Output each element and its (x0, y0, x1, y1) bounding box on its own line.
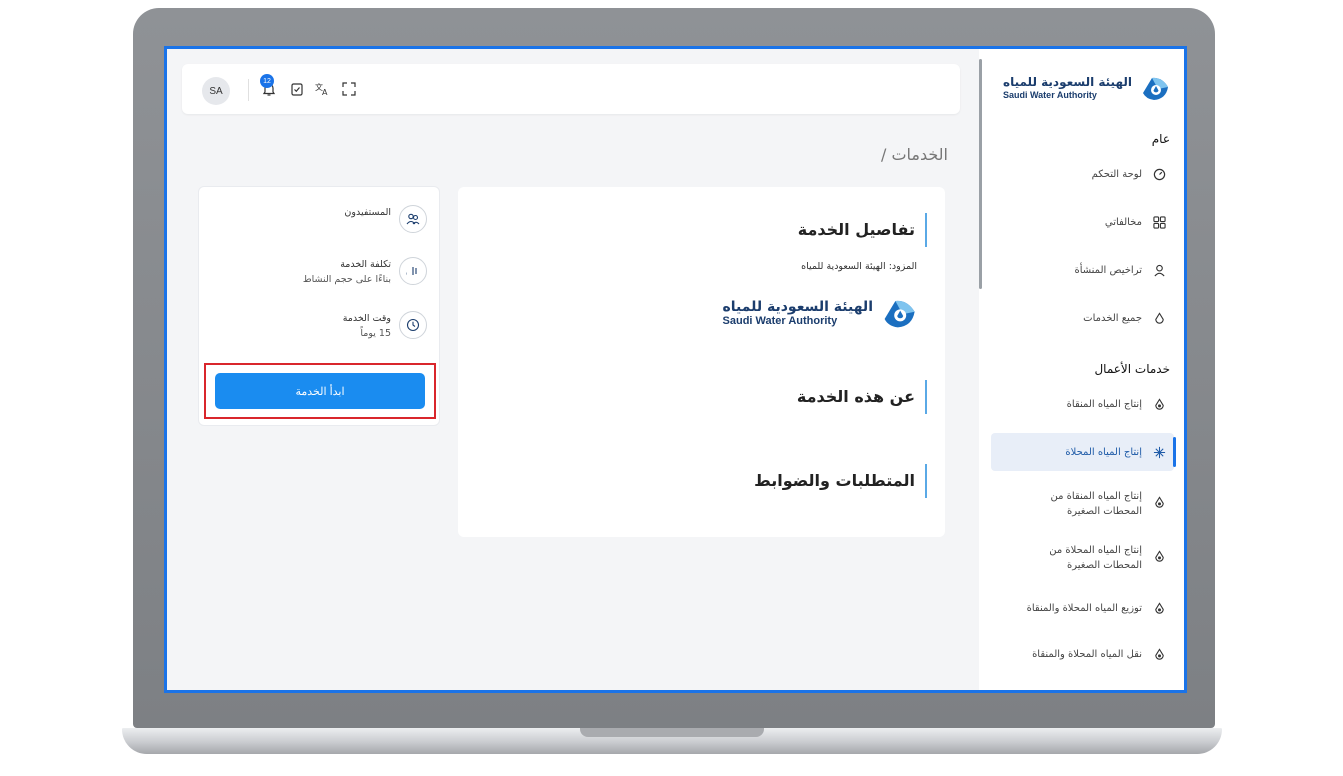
sidebar-item-label: جميع الخدمات (1083, 312, 1142, 324)
water-drop-icon (1152, 647, 1166, 661)
app-screen: الهيئة السعودية للمياه Saudi Water Autho… (164, 46, 1187, 693)
about-title[interactable]: عن هذه الخدمة (797, 380, 927, 414)
service-details-card: تفاصيل الخدمة المزود: الهيئة السعودية لل… (458, 187, 945, 537)
sidebar-item-label: توزيع المياه المحلاة والمنقاة (1026, 602, 1142, 614)
sidebar-item-distribution[interactable]: توزيع المياه المحلاة والمنقاة (996, 601, 1166, 615)
sidebar-item-label: تراخيص المنشأة (1074, 264, 1142, 276)
water-drop-icon (1152, 601, 1166, 615)
cost-value: بناءًا على حجم النشاط (302, 274, 391, 286)
sidebar: الهيئة السعودية للمياه Saudi Water Autho… (979, 49, 1184, 690)
swa-logo-icon (884, 300, 915, 328)
sidebar-item-label: لوحة التحكم (1091, 168, 1142, 180)
riyal-icon: ر (399, 257, 427, 285)
sidebar-item-licenses[interactable]: تراخيص المنشأة (996, 263, 1166, 277)
cost-label: تكلفة الخدمة (340, 259, 391, 270)
sidebar-section-business: خدمات الأعمال (1094, 362, 1170, 376)
cost-row: ر تكلفة الخدمة بناءًا على حجم النشاط (303, 257, 427, 287)
time-label: وقت الخدمة (342, 313, 391, 324)
sidebar-item-label: مخالفاتي (1104, 216, 1142, 228)
topbar: SA 12 文A (182, 64, 960, 114)
svg-text:A: A (322, 88, 328, 96)
time-value: 15 يوماً (360, 328, 391, 340)
laptop-notch (580, 728, 764, 737)
sidebar-item-label: نقل المياه المحلاة والمنقاة (1032, 648, 1142, 660)
brand-name-en: Saudi Water Authority (1003, 89, 1097, 100)
sidebar-item-label: إنتاج المياه المحلاة (1065, 446, 1142, 458)
service-info-card: المستفيدون ر تكلفة الخدمة بناءًا على حجم… (198, 186, 440, 426)
topbar-divider (248, 79, 249, 101)
sidebar-item-dashboard[interactable]: لوحة التحكم (996, 167, 1166, 181)
sidebar-item-all-services[interactable]: جميع الخدمات (996, 311, 1166, 325)
water-drop-icon (1152, 495, 1166, 509)
drop-icon (1152, 311, 1166, 325)
sidebar-item-desalinated-small-plants[interactable]: إنتاج المياه المحلاة من المحطات الصغيرة (996, 543, 1166, 573)
user-icon (1152, 263, 1166, 277)
water-drop-icon (1152, 549, 1166, 563)
sidebar-item-label: إنتاج المياه المنقاة من المحطات الصغيرة (1050, 491, 1142, 517)
sidebar-item-label: إنتاج المياه المحلاة من المحطات الصغيرة (1049, 545, 1142, 571)
water-drop-icon (1152, 397, 1166, 411)
sidebar-item-purified-small-plants[interactable]: إنتاج المياه المنقاة من المحطات الصغيرة (996, 489, 1166, 519)
sidebar-scrollbar[interactable] (979, 59, 982, 289)
details-title: تفاصيل الخدمة (798, 213, 927, 247)
users-icon (399, 205, 427, 233)
sidebar-item-desalinated-production[interactable]: إنتاج المياه المحلاة (991, 433, 1176, 471)
brand-logo[interactable]: الهيئة السعودية للمياه Saudi Water Autho… (1003, 73, 1170, 103)
desalination-icon (1152, 445, 1166, 459)
clipboard-check-icon[interactable] (288, 80, 306, 98)
beneficiaries-label: المستفيدون (344, 207, 391, 218)
clock-icon (399, 311, 427, 339)
brand-name-ar: الهيئة السعودية للمياه (1003, 74, 1132, 89)
beneficiaries-row: المستفيدون (344, 205, 427, 233)
requirements-title[interactable]: المتطلبات والضوابط (754, 464, 927, 498)
time-row: وقت الخدمة 15 يوماً (343, 311, 427, 341)
start-service-button[interactable]: ابدأ الخدمة (215, 373, 425, 409)
sidebar-section-general: عام (1151, 132, 1170, 146)
fullscreen-icon[interactable] (340, 80, 358, 98)
dashboard-icon (1152, 167, 1166, 181)
svg-text:ر: ر (406, 267, 407, 278)
provider-text: المزود: الهيئة السعودية للمياه (801, 261, 917, 272)
breadcrumb[interactable]: الخدمات / (881, 145, 948, 164)
user-avatar[interactable]: SA (202, 77, 230, 105)
brand-name-en: Saudi Water Authority (722, 314, 838, 327)
grid-icon (1152, 215, 1166, 229)
translate-icon[interactable]: 文A (314, 80, 332, 98)
sidebar-item-purified-production[interactable]: إنتاج المياه المنقاة (996, 397, 1166, 411)
swa-logo-icon (1143, 77, 1168, 100)
sidebar-item-violations[interactable]: مخالفاتي (996, 215, 1166, 229)
sidebar-item-transport[interactable]: نقل المياه المحلاة والمنقاة (996, 647, 1166, 661)
provider-logo: الهيئة السعودية للمياه Saudi Water Autho… (723, 295, 917, 331)
notification-badge: 12 (260, 74, 274, 88)
brand-name-ar: الهيئة السعودية للمياه (722, 298, 873, 315)
sidebar-item-label: إنتاج المياه المنقاة (1066, 398, 1142, 410)
